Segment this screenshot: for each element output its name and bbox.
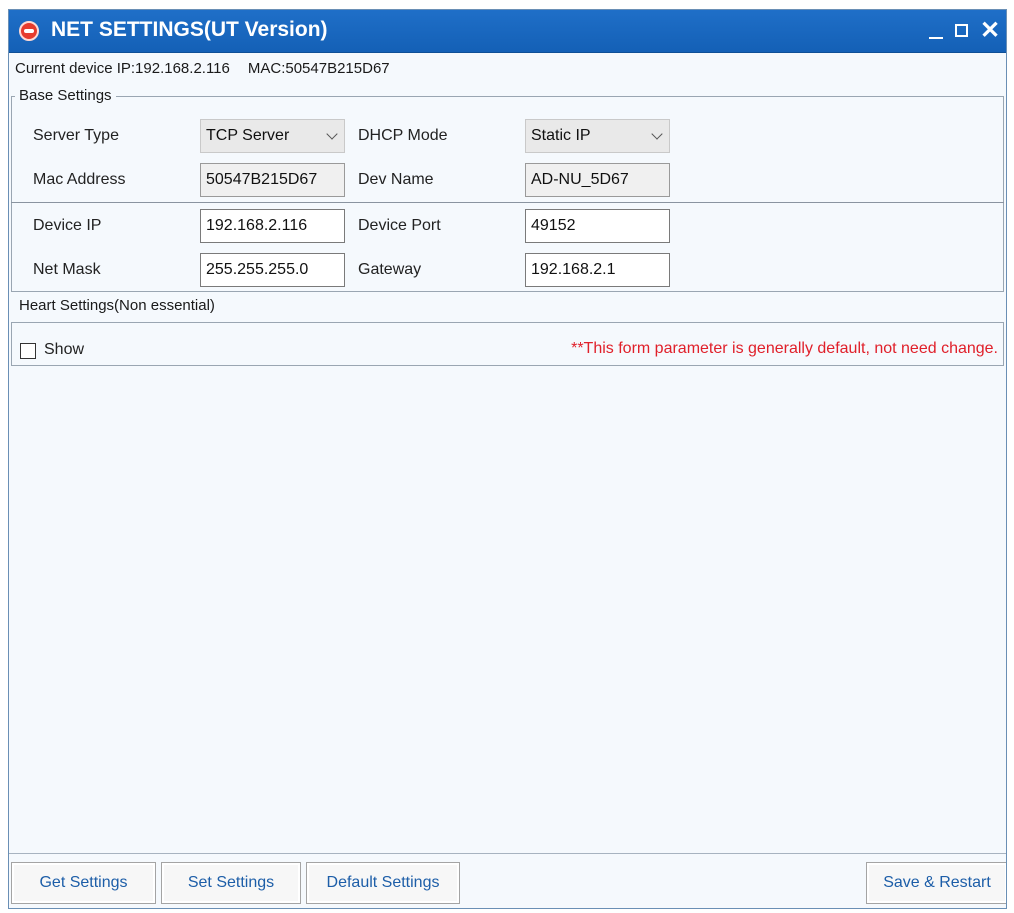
chevron-down-icon [326, 128, 338, 140]
save-restart-button[interactable]: Save & Restart [866, 862, 1006, 904]
net-mask-label: Net Mask [33, 261, 101, 278]
current-device-mac: MAC:50547B215D67 [247, 60, 390, 77]
base-settings-divider [11, 202, 1004, 203]
current-device-info: Current device IP:192.168.2.116 MAC:50547… [15, 60, 390, 77]
show-checkbox[interactable] [20, 343, 36, 359]
server-type-label: Server Type [33, 127, 119, 144]
server-type-select[interactable]: TCP Server [200, 119, 345, 153]
device-ip-input[interactable]: 192.168.2.116 [200, 209, 345, 243]
title-bar[interactable]: NET SETTINGS(UT Version) ✕ [9, 10, 1006, 53]
dhcp-mode-select[interactable]: Static IP [525, 119, 670, 153]
gateway-label: Gateway [358, 261, 422, 278]
heart-settings-label: Heart Settings(Non essential) [15, 297, 219, 314]
device-port-label: Device Port [358, 217, 441, 234]
show-checkbox-label[interactable]: Show [44, 341, 84, 359]
device-port-input[interactable]: 49152 [525, 209, 670, 243]
set-settings-button[interactable]: Set Settings [161, 862, 301, 904]
close-button[interactable]: ✕ [976, 16, 1004, 46]
maximize-button[interactable] [949, 16, 977, 46]
current-device-ip: Current device IP:192.168.2.116 [15, 60, 230, 77]
base-settings-label: Base Settings [15, 87, 116, 104]
net-settings-window: NET SETTINGS(UT Version) ✕ Current devic… [8, 9, 1007, 909]
mac-address-label: Mac Address [33, 171, 126, 188]
get-settings-button[interactable]: Get Settings [11, 862, 156, 904]
server-type-value: TCP Server [206, 127, 290, 144]
chevron-down-icon [651, 128, 663, 140]
default-settings-button[interactable]: Default Settings [306, 862, 460, 904]
window-title: NET SETTINGS(UT Version) [51, 18, 328, 41]
dev-name-label: Dev Name [358, 171, 434, 188]
dhcp-mode-label: DHCP Mode [358, 127, 448, 144]
minimize-button[interactable] [922, 16, 950, 46]
gateway-input[interactable]: 192.168.2.1 [525, 253, 670, 287]
device-ip-label: Device IP [33, 217, 102, 234]
net-mask-input[interactable]: 255.255.255.0 [200, 253, 345, 287]
mac-address-field: 50547B215D67 [200, 163, 345, 197]
dhcp-mode-value: Static IP [531, 127, 591, 144]
base-settings-group [11, 96, 1004, 292]
dev-name-field: AD-NU_5D67 [525, 163, 670, 197]
bottom-button-bar: Get Settings Set Settings Default Settin… [9, 853, 1006, 908]
default-parameter-note: **This form parameter is generally defau… [571, 340, 998, 357]
rfid-logo-icon [19, 21, 39, 41]
